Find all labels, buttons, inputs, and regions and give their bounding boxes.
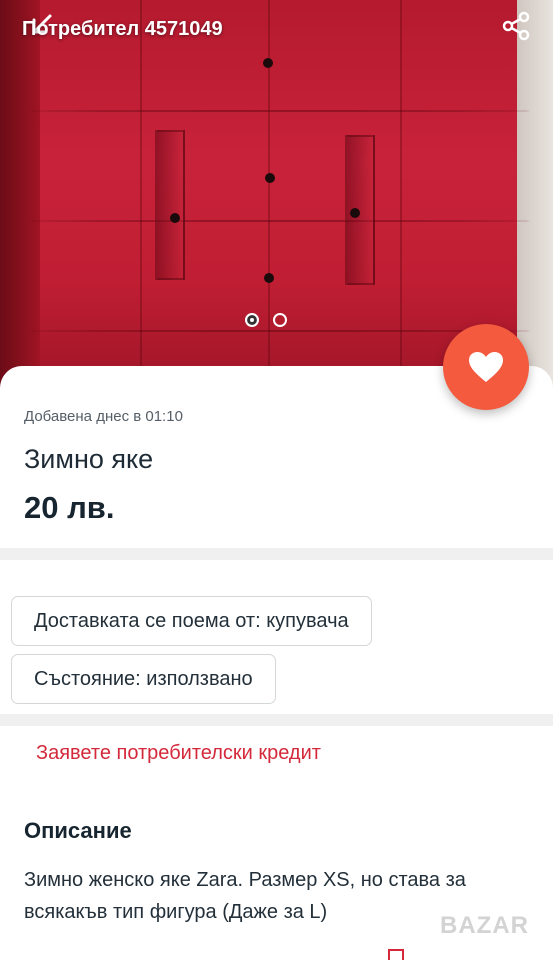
photo-background bbox=[517, 0, 553, 400]
jacket-button bbox=[264, 273, 274, 283]
description-text: Зимно женско яке Zara. Размер XS, но ста… bbox=[24, 869, 466, 923]
top-bar: Потребител 4571049 bbox=[0, 0, 553, 60]
jacket-pocket bbox=[155, 130, 185, 280]
photo-background bbox=[0, 0, 40, 400]
jacket-button bbox=[170, 213, 180, 223]
jacket-seam bbox=[140, 0, 142, 400]
share-icon[interactable] bbox=[498, 8, 534, 44]
listing-price: 20 лв. bbox=[24, 490, 115, 525]
delivery-chip[interactable]: Доставката се поема от: купувача bbox=[11, 596, 372, 646]
listing-title: Зимно яке bbox=[24, 444, 154, 474]
consumer-credit-link[interactable]: Заявете потребителски кредит bbox=[36, 742, 321, 765]
jacket-quilt-line bbox=[30, 110, 530, 112]
favorite-button[interactable] bbox=[443, 324, 529, 410]
gallery-dot-active[interactable] bbox=[245, 313, 259, 327]
jacket-button bbox=[265, 173, 275, 183]
added-date: Добавена днес в 01:10 bbox=[24, 408, 183, 425]
section-divider bbox=[0, 548, 553, 560]
watermark-logo: BAZAR bbox=[440, 912, 529, 939]
jacket-seam bbox=[400, 0, 402, 400]
jacket-quilt-line bbox=[30, 330, 530, 332]
flag-icon[interactable] bbox=[386, 948, 406, 960]
condition-chip[interactable]: Състояние: използвано bbox=[11, 654, 276, 704]
gallery-pagination bbox=[245, 313, 287, 327]
section-divider bbox=[0, 714, 553, 726]
description-heading: Описание bbox=[24, 818, 132, 843]
jacket-button bbox=[350, 208, 360, 218]
jacket-quilt-line bbox=[30, 220, 530, 222]
heart-icon bbox=[469, 352, 503, 382]
gallery-dot[interactable] bbox=[273, 313, 287, 327]
seller-name[interactable]: Потребител 4571049 bbox=[22, 18, 223, 41]
